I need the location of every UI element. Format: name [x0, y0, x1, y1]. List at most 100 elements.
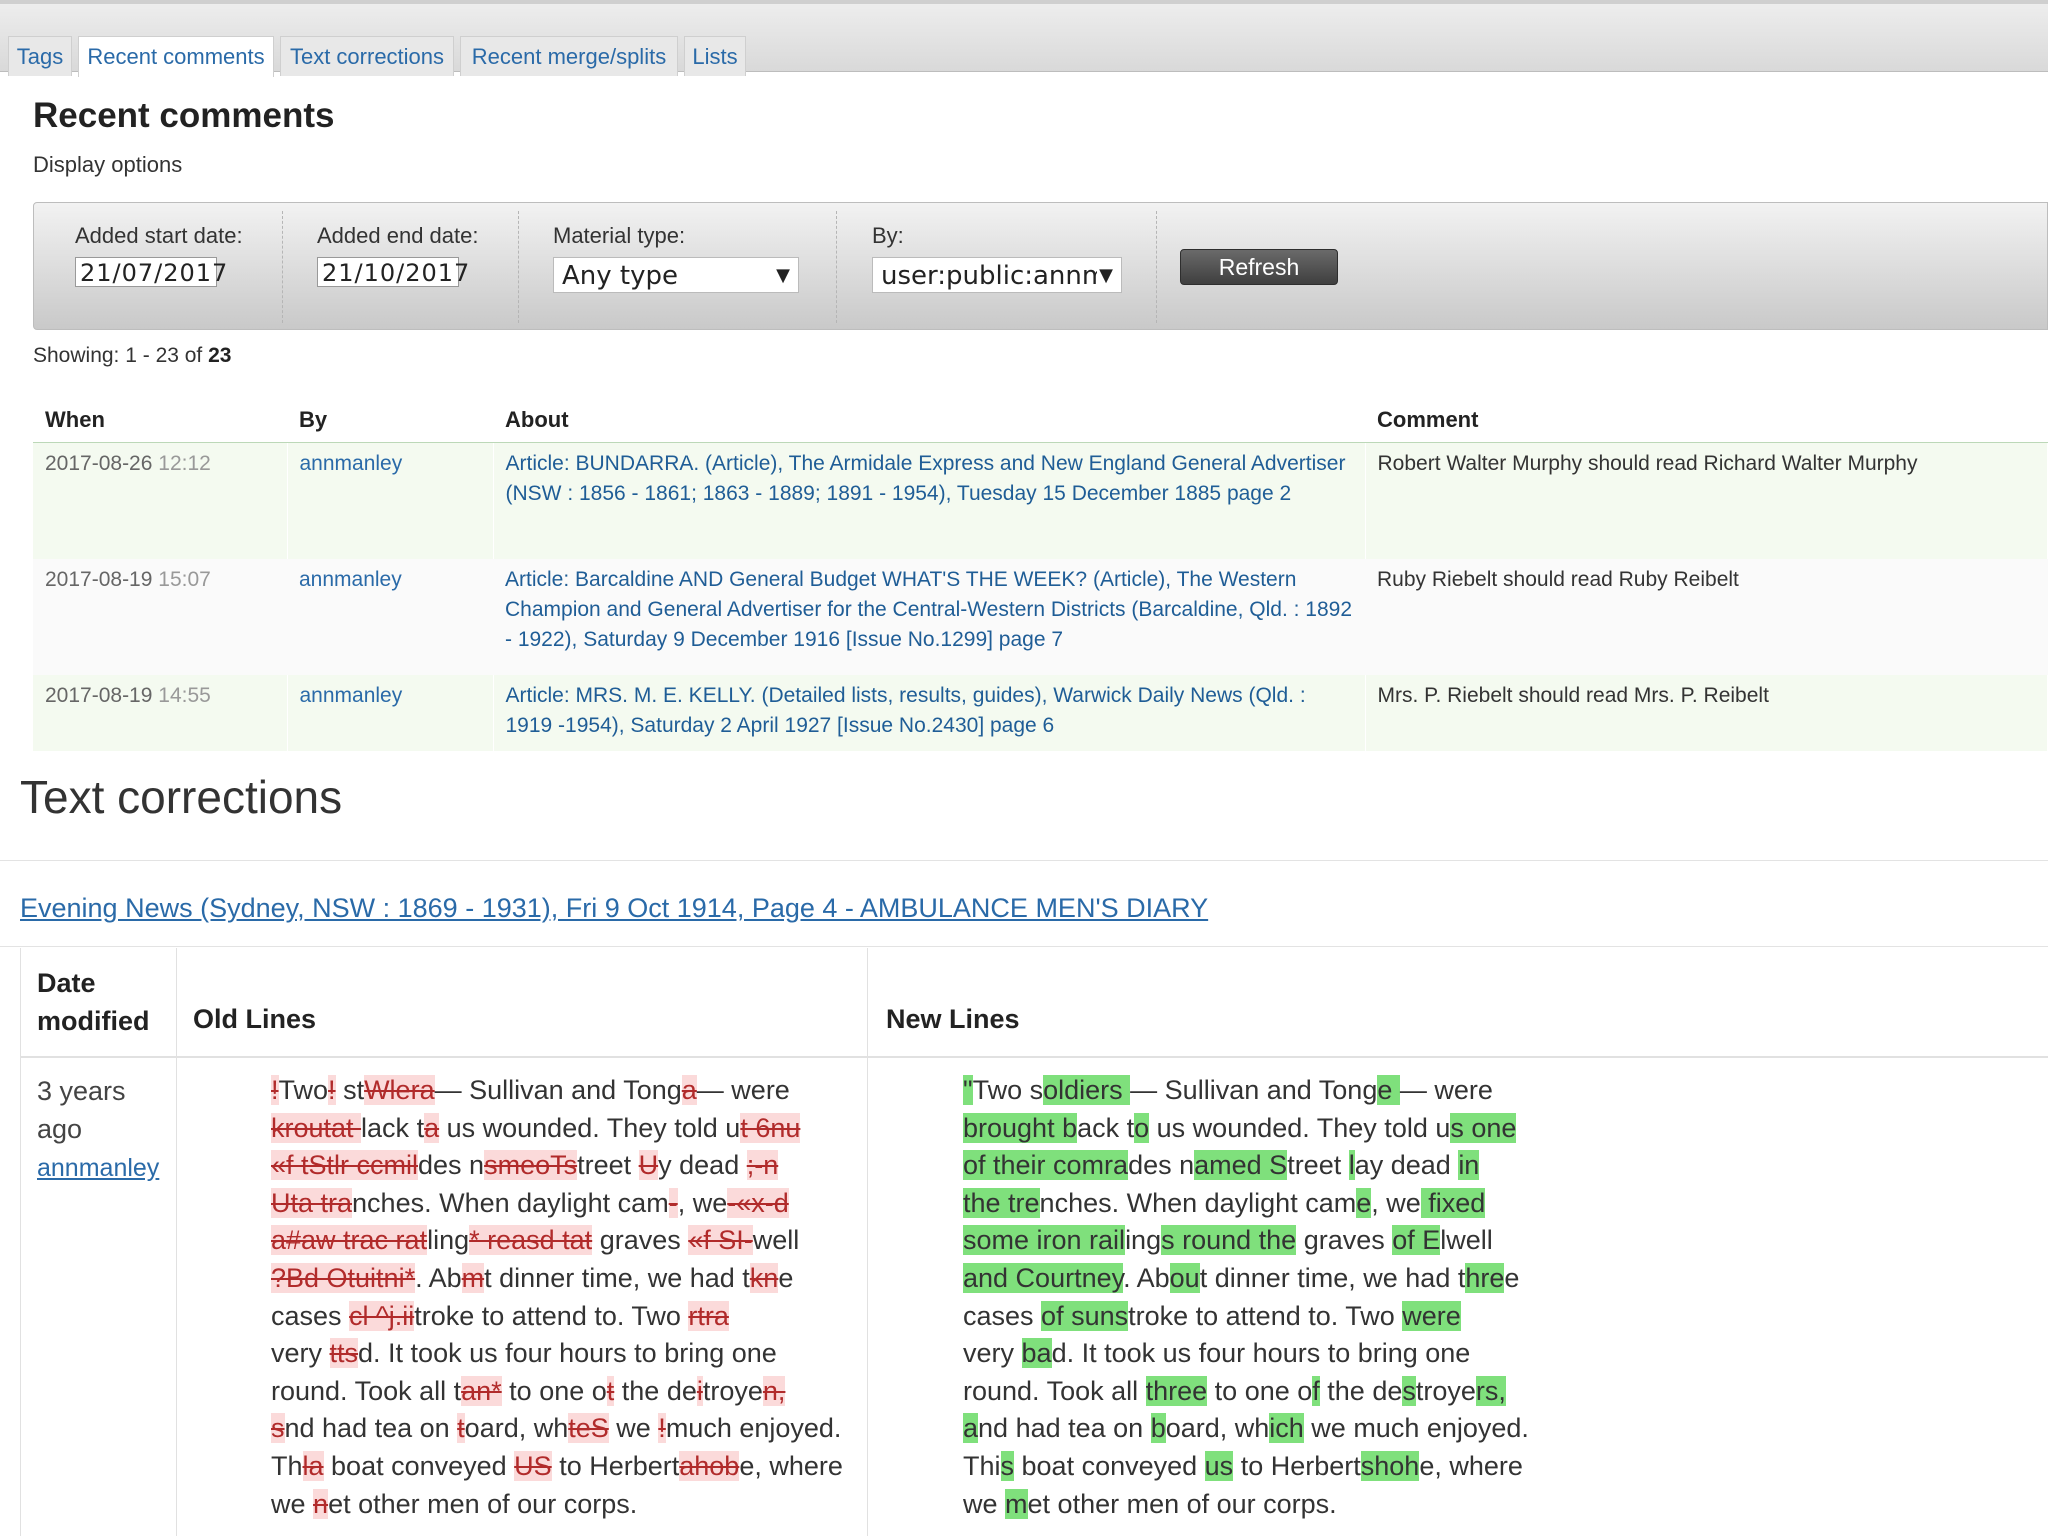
inserted-text: ba [1021, 1338, 1052, 1369]
new-line: brought back to us wounded. They told us… [963, 1110, 1529, 1148]
row-article-link[interactable]: Article: Barcaldine AND General Budget W… [493, 558, 1365, 675]
unchanged-text: ling [427, 1225, 470, 1256]
row-comment: Mrs. P. Riebelt should read Mrs. P. Reib… [1365, 674, 2048, 751]
refresh-button[interactable]: Refresh [1180, 249, 1338, 285]
row-article-link[interactable]: Article: BUNDARRA. (Article), The Armida… [493, 442, 1366, 559]
row-article-link[interactable]: Article: MRS. M. E. KELLY. (Detailed lis… [493, 674, 1366, 751]
inserted-text: s [1402, 1375, 1416, 1406]
unchanged-text: Two [278, 1075, 329, 1105]
inserted-text: of E [1392, 1225, 1441, 1256]
unchanged-text: y dead [658, 1150, 747, 1181]
deleted-text: rtra [688, 1300, 729, 1331]
deleted-text: U [638, 1150, 659, 1181]
deleted-text: teS [568, 1413, 609, 1444]
old-line: round. Took all tan* to one ot the deitr… [271, 1373, 843, 1411]
old-line: very ttsd. It took us four hours to brin… [271, 1335, 843, 1373]
corrections-table: Date modified Old Lines New Lines 3 year… [20, 948, 2048, 1536]
row-user-link[interactable]: annmanley [287, 674, 494, 751]
unchanged-text: , we [1371, 1187, 1421, 1218]
deleted-text: a [681, 1075, 697, 1105]
old-line: kroutat lack ta us wounded. They told ut… [271, 1110, 843, 1148]
deleted-text: -«x-d [727, 1187, 789, 1218]
unchanged-text: nd had tea on [978, 1413, 1151, 1444]
unchanged-text: well [752, 1225, 800, 1256]
deleted-text: kn [749, 1262, 779, 1293]
old-line: snd had tea on toard, whteS we !much enj… [271, 1410, 843, 1448]
old-line: ?Bd Otuitni*. Abmt dinner time, we had t… [271, 1260, 843, 1298]
unchanged-text: des n [418, 1150, 485, 1181]
unchanged-text: e [778, 1262, 794, 1293]
tab-recent-merge-splits[interactable]: Recent merge/splits [460, 36, 678, 76]
row-date: 2017-08-19 [45, 567, 153, 591]
unchanged-text: graves [1296, 1225, 1393, 1256]
unchanged-text: to one o [1207, 1375, 1313, 1406]
date-modified-cell: 3 years ago annmanley [37, 1072, 167, 1187]
tab-lists[interactable]: Lists [684, 36, 746, 76]
row-comment: Ruby Riebelt should read Ruby Reibelt [1365, 558, 2048, 675]
unchanged-text: the de [1319, 1375, 1403, 1406]
row-when: 2017-08-19 14:55 [33, 674, 288, 751]
deleted-text: - [668, 1187, 678, 1218]
unchanged-text: ack t [1077, 1112, 1135, 1143]
inserted-text: oldiers [1043, 1075, 1131, 1105]
unchanged-text: nches. When daylight cam [352, 1187, 669, 1218]
user-link[interactable]: annmanley [37, 1154, 159, 1182]
by-select[interactable]: user:public:annm ▼ [872, 257, 1122, 293]
tab-text-corrections[interactable]: Text corrections [280, 36, 454, 76]
old-line: Thla boat conveyed US to Herbertahobe, w… [271, 1448, 843, 1486]
start-date-input[interactable]: 21/07/2017 [75, 257, 227, 287]
unchanged-text: very [271, 1338, 330, 1369]
unchanged-text: Thi [963, 1450, 1001, 1481]
divider [0, 860, 2048, 861]
end-date-input[interactable]: 21/10/2017 [317, 257, 469, 287]
deleted-text: * reasd tat [469, 1225, 593, 1256]
deleted-text: tts [329, 1338, 359, 1369]
unchanged-text: round. Took all [963, 1375, 1146, 1406]
row-user-link[interactable]: annmanley [287, 442, 494, 559]
col-old-lines: Old Lines [193, 1004, 317, 1034]
unchanged-text: lwell [1440, 1225, 1493, 1256]
deleted-text: a [424, 1112, 440, 1143]
row-time: 14:55 [158, 683, 211, 707]
tab-recent-comments[interactable]: Recent comments [78, 36, 274, 77]
deleted-text: ahob [679, 1450, 740, 1481]
unchanged-text: Two s [972, 1075, 1044, 1105]
inserted-text: e [1377, 1075, 1400, 1105]
article-link[interactable]: Evening News (Sydney, NSW : 1869 - 1931)… [20, 893, 1208, 924]
tab-tags[interactable]: Tags [8, 36, 72, 76]
comments-table: When By About Comment 2017-08-26 12:12 a… [33, 398, 2048, 751]
row-user-link[interactable]: annmanley [287, 558, 493, 675]
inserted-text: and Courtney [963, 1262, 1124, 1293]
inserted-text: shoh [1360, 1450, 1420, 1481]
unchanged-text: troke to attend to. Two [1128, 1300, 1403, 1331]
new-line: and had tea on board, which we much enjo… [963, 1410, 1529, 1448]
dropdown-arrow-icon: ▼ [776, 265, 790, 286]
material-type-select[interactable]: Any type ▼ [553, 257, 799, 293]
deleted-text: Uta tra [271, 1187, 353, 1218]
deleted-text: kroutat [271, 1112, 362, 1143]
inserted-text: rs, [1475, 1375, 1506, 1406]
inserted-text: in [1458, 1150, 1480, 1181]
inserted-text: brought b [963, 1112, 1078, 1143]
unchanged-text: Th [271, 1450, 303, 1481]
display-options-label[interactable]: Display options [33, 152, 182, 178]
inserted-text: three [1145, 1375, 1208, 1406]
unchanged-text: treet [577, 1150, 639, 1181]
unchanged-text: st [335, 1075, 365, 1105]
inserted-text: ich [1269, 1413, 1304, 1444]
inserted-text: a [963, 1413, 979, 1444]
unchanged-text: des n [1128, 1150, 1195, 1181]
material-type-value: Any type [562, 261, 678, 291]
deleted-text: US [514, 1450, 552, 1481]
deleted-text: ! [328, 1075, 336, 1105]
inserted-text: of their comra [963, 1150, 1129, 1181]
showing-prefix: Showing: 1 - 23 of [33, 344, 209, 367]
display-options-bar: Added start date: 21/07/2017 Added end d… [33, 202, 2048, 330]
col-date-modified: Date modified [37, 964, 177, 1040]
new-line: round. Took all three to one of the dest… [963, 1373, 1529, 1411]
deleted-text: Wlera [364, 1075, 435, 1105]
showing-count: Showing: 1 - 23 of 23 [33, 344, 231, 368]
deleted-text: m [461, 1262, 485, 1293]
unchanged-text: et other men of our corps. [328, 1488, 638, 1519]
unchanged-text: the de [614, 1375, 697, 1406]
